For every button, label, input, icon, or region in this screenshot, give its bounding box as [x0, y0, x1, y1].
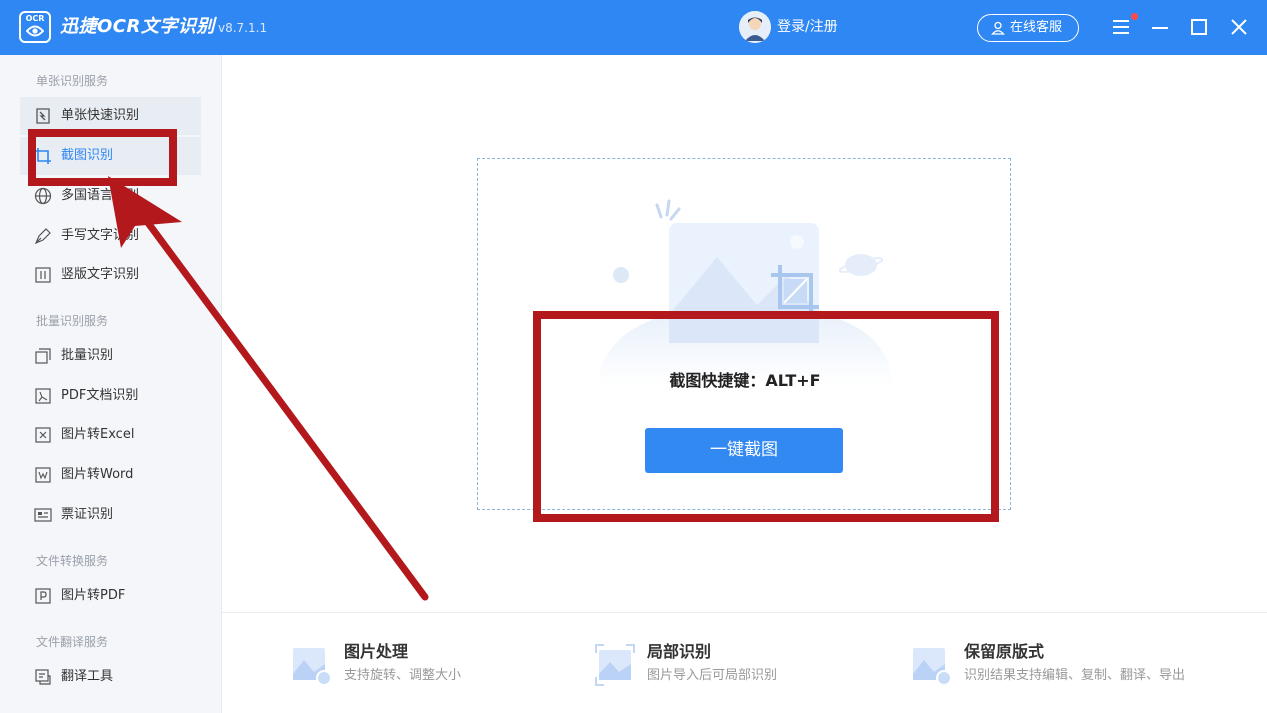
sidebar-item-word[interactable]: 图片转Word	[20, 456, 201, 494]
sidebar-item-label: 竖版文字识别	[61, 267, 140, 282]
section-title-translate: 文件翻译服务	[36, 635, 109, 649]
sidebar-item-label: 截图识别	[61, 148, 114, 163]
translate-icon	[35, 669, 51, 685]
sidebar-item-label: 多国语言识别	[61, 188, 140, 203]
excel-icon	[35, 427, 51, 443]
close-icon[interactable]	[1226, 14, 1252, 40]
minimize-icon[interactable]	[1147, 14, 1173, 40]
customer-service-button[interactable]: 在线客服	[977, 14, 1079, 42]
sidebar-item-label: 图片转PDF	[61, 588, 126, 603]
sidebar-item-excel[interactable]: 图片转Excel	[20, 416, 201, 454]
feature-desc: 支持旋转、调整大小	[344, 668, 462, 683]
sidebar-item-handwriting[interactable]: 手写文字识别	[20, 217, 201, 255]
word-icon	[35, 467, 51, 483]
feature-title: 局部识别	[647, 642, 712, 661]
ticket-icon	[34, 508, 52, 522]
section-title-batch: 批量识别服务	[36, 314, 109, 328]
notification-dot	[1131, 13, 1138, 20]
app-logo: OCR	[19, 11, 51, 43]
feature-desc: 图片导入后可局部识别	[647, 668, 778, 683]
globe-icon	[34, 187, 52, 205]
sidebar-item-translate[interactable]: 翻译工具	[20, 658, 201, 696]
sidebar-item-img-to-pdf[interactable]: 图片转PDF	[20, 577, 201, 615]
sidebar-item-label: 手写文字识别	[61, 228, 140, 243]
sidebar-item-label: PDF文档识别	[61, 388, 139, 403]
app-name: 迅捷OCR文字识别	[60, 16, 215, 37]
login-register-link[interactable]: 登录/注册	[777, 17, 838, 37]
partial-recognition-icon	[595, 644, 635, 686]
sidebar-item-label: 图片转Excel	[61, 427, 135, 442]
shortcut-hint: 截图快捷键：ALT+F	[669, 371, 821, 390]
eye-icon	[26, 25, 44, 37]
customer-service-label: 在线客服	[1010, 20, 1063, 35]
user-avatar[interactable]	[739, 11, 771, 43]
divider	[222, 612, 1267, 613]
sidebar-item-label: 单张快速识别	[61, 108, 140, 123]
feature-title: 图片处理	[344, 642, 409, 661]
sidebar-item-quick-recognize[interactable]: 单张快速识别	[20, 97, 201, 135]
sidebar-item-screenshot[interactable]: 截图识别	[20, 137, 201, 175]
screenshot-illustration	[597, 199, 893, 385]
quick-recognize-icon	[36, 108, 50, 124]
sidebar-item-label: 翻译工具	[61, 669, 114, 684]
sidebar-item-batch[interactable]: 批量识别	[20, 337, 201, 375]
vertical-text-icon	[35, 267, 51, 283]
one-click-capture-button[interactable]: 一键截图	[645, 428, 843, 473]
app-version: v8.7.1.1	[218, 21, 268, 35]
sidebar-item-pdf-doc[interactable]: PDF文档识别	[20, 377, 201, 415]
crop-icon	[35, 148, 51, 164]
sidebar-item-label: 批量识别	[61, 348, 114, 363]
sidebar-item-vertical[interactable]: 竖版文字识别	[20, 256, 201, 294]
sidebar-item-ticket[interactable]: 票证识别	[20, 496, 201, 534]
pdf-icon	[35, 588, 51, 604]
sidebar-item-multilang[interactable]: 多国语言识别	[20, 177, 201, 215]
pdf-doc-icon	[35, 388, 51, 404]
feature-desc: 识别结果支持编辑、复制、翻译、导出	[964, 668, 1186, 683]
batch-icon	[35, 348, 51, 364]
section-title-single: 单张识别服务	[36, 74, 109, 88]
keep-layout-icon	[913, 648, 952, 686]
maximize-icon[interactable]	[1186, 14, 1212, 40]
logo-text: OCR	[25, 14, 45, 23]
pen-icon	[34, 228, 51, 245]
image-processing-icon	[293, 648, 332, 686]
section-title-convert: 文件转换服务	[36, 554, 109, 568]
user-avatar-icon	[739, 11, 771, 43]
person-icon	[991, 21, 1005, 35]
sidebar-item-label: 票证识别	[61, 507, 114, 522]
feature-title: 保留原版式	[964, 642, 1045, 661]
title-bar: OCR 迅捷OCR文字识别 v8.7.1.1 登录/注册 在线客服	[0, 0, 1267, 55]
sidebar-item-label: 图片转Word	[61, 467, 134, 482]
